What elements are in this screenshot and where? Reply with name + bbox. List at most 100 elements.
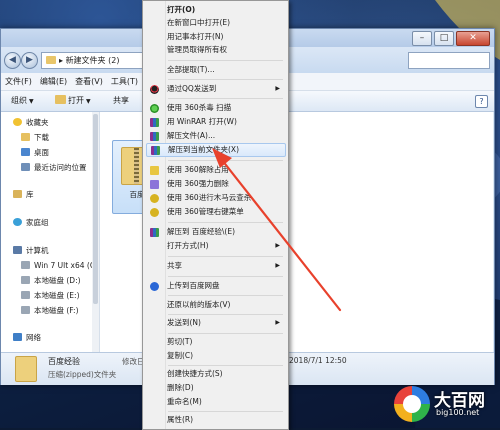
menu-item-winrar-open[interactable]: 用 WinRAR 打开(W) [146, 116, 284, 128]
sidebar-item-label: 本地磁盘 (E:) [34, 291, 80, 300]
menu-tools[interactable]: 工具(T) [107, 73, 142, 90]
submenu-arrow-icon: ▶ [275, 242, 280, 249]
minimize-button[interactable]: – [412, 31, 432, 46]
menu-item-take-ownership[interactable]: 管理员取得所有权 [146, 44, 284, 56]
sidebar-item-downloads[interactable]: 下载 [21, 131, 49, 145]
sidebar-item-homegroup[interactable]: 家庭组 [13, 216, 49, 230]
menu-item-label: 使用 360管理右键菜单 [167, 207, 244, 216]
menu-item-send-to[interactable]: 发送到(N) ▶ [146, 317, 284, 329]
sidebar-item-drive-f[interactable]: 本地磁盘 (F:) [21, 304, 79, 318]
menu-separator [168, 98, 283, 99]
sidebar-item-favorites[interactable]: 收藏夹 [13, 116, 49, 130]
menu-item-extract-to-folder[interactable]: 解压到 百度经验\(E) [146, 226, 284, 238]
star-icon [13, 118, 22, 126]
360-menu-icon [150, 208, 159, 217]
menu-item-label: 全部提取(T)... [167, 65, 215, 74]
menu-item-360-delete[interactable]: 使用 360强力删除 [146, 178, 284, 190]
menu-item-360-unlock[interactable]: 使用 360解除占用 [146, 164, 284, 176]
library-icon [13, 190, 22, 198]
folder-icon [46, 56, 56, 64]
winrar-icon [150, 132, 159, 141]
drive-icon [21, 306, 30, 314]
sidebar-item-network[interactable]: 网络 [13, 331, 41, 345]
menu-item-360-trojan[interactable]: 使用 360进行木马云查杀 [146, 192, 284, 204]
menu-item-baidu-upload[interactable]: 上传到百度网盘 [146, 280, 284, 292]
organize-button[interactable]: 组织 ▼ [11, 91, 34, 112]
menu-file[interactable]: 文件(F) [1, 73, 36, 90]
menu-item-rename[interactable]: 重命名(M) [146, 396, 284, 408]
network-icon [13, 333, 22, 341]
sidebar-scrollbar[interactable] [92, 112, 99, 352]
detail-type: 压缩(zipped)文件夹 [48, 370, 117, 379]
share-label: 共享 [113, 96, 129, 105]
sidebar-item-label: Win 7 Ult x64 (C [34, 261, 96, 270]
menu-item-extract-files[interactable]: 解压文件(A)... [146, 130, 284, 142]
folder-icon [55, 95, 66, 104]
360-delete-icon [150, 180, 159, 189]
sidebar-item-computer[interactable]: 计算机 [13, 244, 49, 258]
menu-item-360-scan[interactable]: 使用 360杀毒 扫描 [146, 102, 284, 114]
sidebar-item-label: 桌面 [34, 148, 49, 157]
chevron-down-icon: ▼ [29, 98, 34, 105]
menu-separator [168, 314, 283, 315]
menu-item-open-new-window[interactable]: 在新窗口中打开(E) [146, 17, 284, 29]
back-icon[interactable]: ◀ [4, 52, 21, 69]
360-antivirus-icon [150, 104, 159, 113]
sidebar-item-label: 本地磁盘 (D:) [34, 276, 81, 285]
menu-item-label: 使用 360进行木马云查杀 [167, 193, 252, 202]
menu-item-delete[interactable]: 删除(D) [146, 382, 284, 394]
menu-item-label: 使用 360强力删除 [167, 179, 229, 188]
address-bar[interactable]: ▸ 新建文件夹 (2) [41, 52, 152, 69]
360-unlock-icon [150, 166, 159, 175]
help-icon[interactable]: ? [475, 95, 488, 108]
menu-item-label: 共享 [167, 261, 182, 270]
submenu-arrow-icon: ▶ [275, 85, 280, 92]
menu-item-restore-versions[interactable]: 还原以前的版本(V) [146, 299, 284, 311]
menu-item-send-qq[interactable]: 通过QQ发送到 ▶ [146, 83, 284, 95]
sidebar-item-label: 收藏夹 [26, 118, 49, 127]
download-folder-icon [21, 133, 30, 141]
detail-name: 百度经验 [48, 357, 80, 366]
menu-item-open-with[interactable]: 打开方式(H) ▶ [146, 240, 284, 252]
qq-icon [150, 85, 159, 94]
sidebar-item-desktop[interactable]: 桌面 [21, 146, 49, 160]
sidebar-item-drive-c[interactable]: Win 7 Ult x64 (C [21, 259, 95, 273]
open-button[interactable]: 打开 ▼ [55, 91, 91, 112]
menu-item-label: 用 WinRAR 打开(W) [167, 117, 237, 126]
menu-item-label: 还原以前的版本(V) [167, 300, 231, 309]
menu-item-label: 上传到百度网盘 [167, 281, 220, 290]
menu-separator [168, 276, 283, 277]
menu-view[interactable]: 查看(V) [71, 73, 107, 90]
sidebar-item-drive-e[interactable]: 本地磁盘 (E:) [21, 289, 80, 303]
submenu-arrow-icon: ▶ [275, 262, 280, 269]
menu-item-label: 解压到 百度经验\(E) [167, 227, 236, 236]
menu-edit[interactable]: 编辑(E) [36, 73, 71, 90]
sidebar-item-libraries[interactable]: 库 [13, 188, 34, 202]
menu-item-share[interactable]: 共享 ▶ [146, 260, 284, 272]
menu-item-cut[interactable]: 剪切(T) [146, 336, 284, 348]
close-button[interactable]: ✕ [456, 31, 490, 46]
sidebar-item-recent[interactable]: 最近访问的位置 [21, 161, 87, 175]
menu-item-label: 重命名(M) [167, 397, 202, 406]
menu-item-extract-here[interactable]: 解压到当前文件夹(X) [146, 143, 286, 157]
menu-item-open[interactable]: 打开(O) [146, 4, 284, 16]
homegroup-icon [13, 218, 22, 226]
forward-icon[interactable]: ▶ [21, 52, 38, 69]
menu-item-create-shortcut[interactable]: 创建快捷方式(S) [146, 368, 284, 380]
menu-item-open-notepad[interactable]: 用记事本打开(N) [146, 31, 284, 43]
menu-item-label: 打开方式(H) [167, 241, 209, 250]
sidebar-item-drive-d[interactable]: 本地磁盘 (D:) [21, 274, 81, 288]
sidebar-item-label: 网络 [26, 333, 41, 342]
360-trojan-icon [150, 194, 159, 203]
scroll-thumb[interactable] [93, 114, 98, 304]
watermark: 大百网 big100.net [394, 384, 494, 424]
share-button[interactable]: 共享 [113, 91, 129, 111]
sidebar-item-label: 库 [26, 190, 34, 199]
search-input[interactable] [408, 52, 490, 69]
maximize-button[interactable]: □ [434, 31, 454, 46]
menu-item-copy[interactable]: 复制(C) [146, 350, 284, 362]
menu-item-360-menu[interactable]: 使用 360管理右键菜单 [146, 206, 284, 218]
menu-item-properties[interactable]: 属性(R) [146, 414, 284, 426]
desktop-icon [21, 148, 30, 156]
menu-item-extract-all[interactable]: 全部提取(T)... [146, 64, 284, 76]
